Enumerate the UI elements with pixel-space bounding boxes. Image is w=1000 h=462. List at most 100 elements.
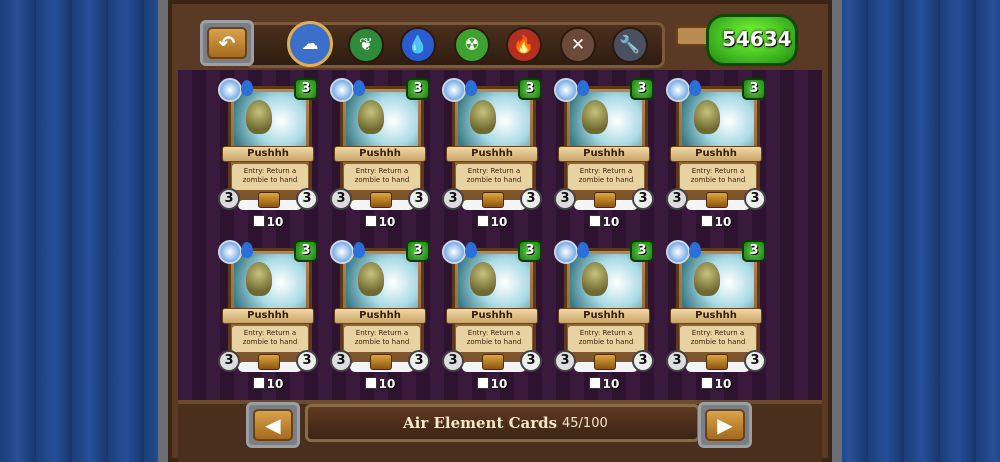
back-button[interactable]: ↶ <box>200 20 254 66</box>
card-copy-count: 10 <box>666 377 766 391</box>
card-health: 3 <box>744 350 766 372</box>
card-count-value: 10 <box>266 215 284 229</box>
air-element-icon <box>554 240 578 264</box>
deck-icon <box>476 377 489 389</box>
card-attack: 3 <box>218 350 240 372</box>
card-name: Pushhh <box>670 146 762 162</box>
card-attack: 3 <box>442 350 464 372</box>
tab-earth-icon[interactable]: ❦ <box>348 27 384 63</box>
card-attack: 3 <box>666 188 688 210</box>
card-count-value: 10 <box>490 377 508 391</box>
rarity-drop-icon <box>577 80 589 96</box>
rarity-drop-icon <box>353 242 365 258</box>
tab-air-icon[interactable]: ☁ <box>287 21 333 67</box>
chest-icon <box>482 192 504 208</box>
card-name: Pushhh <box>222 146 314 162</box>
deck-icon <box>252 215 265 227</box>
card-cost: 3 <box>406 240 430 262</box>
chest-icon <box>370 354 392 370</box>
air-element-icon <box>554 78 578 102</box>
card[interactable]: 3 Pushhh Entry: Return a zombie to hand … <box>666 78 766 216</box>
air-element-icon <box>666 240 690 264</box>
card-attack: 3 <box>330 350 352 372</box>
chest-icon <box>482 354 504 370</box>
card-cost: 3 <box>742 78 766 100</box>
deck-icon <box>364 377 377 389</box>
air-element-icon <box>666 78 690 102</box>
zombie-portrait <box>246 100 272 134</box>
card[interactable]: 3 Pushhh Entry: Return a zombie to hand … <box>442 78 542 216</box>
zombie-portrait <box>582 262 608 296</box>
tab-fire-icon[interactable]: 🔥 <box>506 27 542 63</box>
card-description: Entry: Return a zombie to hand <box>568 326 644 352</box>
chest-icon <box>706 354 728 370</box>
card-cost: 3 <box>294 240 318 262</box>
collection-title: Air Element Cards <box>403 414 558 432</box>
card-name: Pushhh <box>446 146 538 162</box>
card-count-value: 10 <box>602 377 620 391</box>
card[interactable]: 3 Pushhh Entry: Return a zombie to hand … <box>218 78 318 216</box>
card[interactable]: 3 Pushhh Entry: Return a zombie to hand … <box>218 240 318 378</box>
zombie-portrait <box>358 262 384 296</box>
card-count-value: 10 <box>714 215 732 229</box>
bottle-cork <box>676 26 710 46</box>
card[interactable]: 3 Pushhh Entry: Return a zombie to hand … <box>554 240 654 378</box>
card[interactable]: 3 Pushhh Entry: Return a zombie to hand … <box>442 240 542 378</box>
air-element-icon <box>218 78 242 102</box>
card-copy-count: 10 <box>442 215 542 229</box>
card-attack: 3 <box>218 188 240 210</box>
card[interactable]: 3 Pushhh Entry: Return a zombie to hand … <box>554 78 654 216</box>
card-attack: 3 <box>554 188 576 210</box>
air-element-icon <box>442 240 466 264</box>
card-count-value: 10 <box>714 377 732 391</box>
card-description: Entry: Return a zombie to hand <box>344 326 420 352</box>
chest-icon <box>706 192 728 208</box>
tab-toxic-icon[interactable]: ☢ <box>454 27 490 63</box>
card-count-value: 10 <box>490 215 508 229</box>
rarity-drop-icon <box>577 242 589 258</box>
chest-icon <box>594 192 616 208</box>
rarity-drop-icon <box>689 242 701 258</box>
card-health: 3 <box>296 188 318 210</box>
deck-icon <box>476 215 489 227</box>
card-health: 3 <box>744 188 766 210</box>
card-health: 3 <box>632 350 654 372</box>
card-name: Pushhh <box>334 308 426 324</box>
card-attack: 3 <box>442 188 464 210</box>
tab-water-icon[interactable]: 💧 <box>400 27 436 63</box>
card-name: Pushhh <box>670 308 762 324</box>
card[interactable]: 3 Pushhh Entry: Return a zombie to hand … <box>330 240 430 378</box>
deck-icon <box>588 215 601 227</box>
deck-icon <box>364 215 377 227</box>
card-count-value: 10 <box>378 215 396 229</box>
next-arrow-icon: ▶ <box>705 409 745 441</box>
card-count-value: 10 <box>378 377 396 391</box>
zombie-portrait <box>358 100 384 134</box>
rarity-drop-icon <box>241 242 253 258</box>
card[interactable]: 3 Pushhh Entry: Return a zombie to hand … <box>666 240 766 378</box>
next-page-button[interactable]: ▶ <box>698 402 752 448</box>
zombie-portrait <box>582 100 608 134</box>
tab-bones-icon[interactable]: ✕ <box>560 27 596 63</box>
card-health: 3 <box>408 350 430 372</box>
card-cost: 3 <box>518 240 542 262</box>
deck-icon <box>700 215 713 227</box>
card-health: 3 <box>632 188 654 210</box>
card-copy-count: 10 <box>218 377 318 391</box>
rarity-drop-icon <box>241 80 253 96</box>
air-element-icon <box>330 78 354 102</box>
chest-icon <box>594 354 616 370</box>
tab-tools-icon[interactable]: 🔧 <box>612 27 648 63</box>
card-copy-count: 10 <box>554 377 654 391</box>
zombie-portrait <box>246 262 272 296</box>
air-element-icon <box>442 78 466 102</box>
card-cost: 3 <box>406 78 430 100</box>
zombie-portrait <box>470 262 496 296</box>
card-description: Entry: Return a zombie to hand <box>456 326 532 352</box>
card-count-value: 10 <box>602 215 620 229</box>
card-copy-count: 10 <box>666 215 766 229</box>
prev-page-button[interactable]: ◀ <box>246 402 300 448</box>
air-element-icon <box>330 240 354 264</box>
card[interactable]: 3 Pushhh Entry: Return a zombie to hand … <box>330 78 430 216</box>
zombie-portrait <box>694 262 720 296</box>
